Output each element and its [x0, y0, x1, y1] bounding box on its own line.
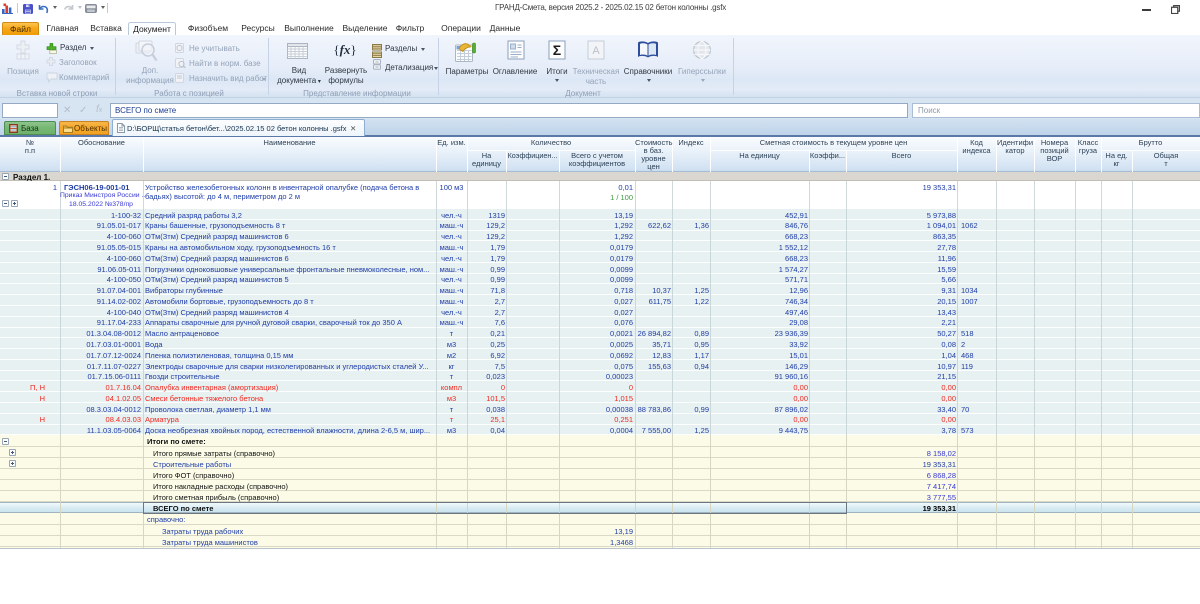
svg-text:Σ: Σ — [553, 42, 561, 58]
svg-text:A: A — [592, 45, 600, 57]
